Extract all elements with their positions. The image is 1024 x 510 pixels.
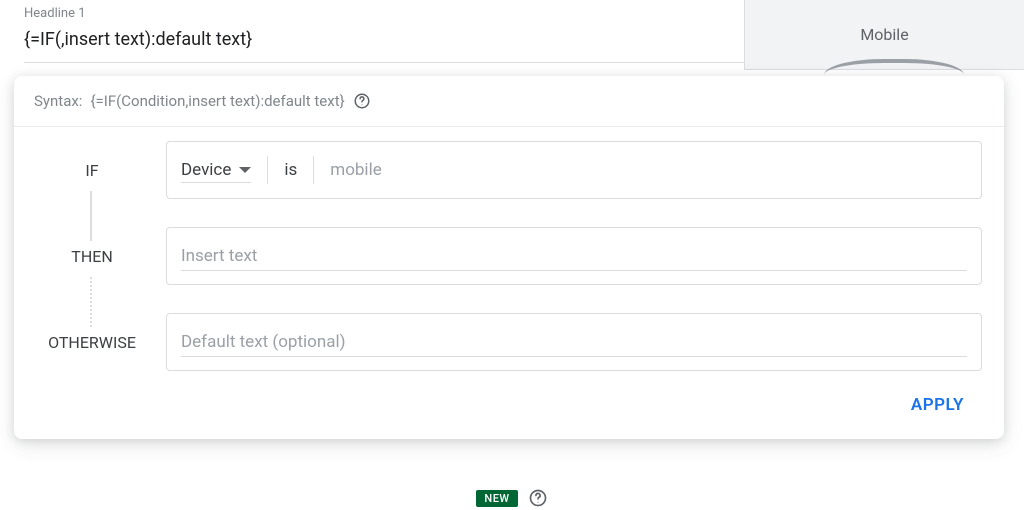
otherwise-input[interactable]	[181, 328, 967, 357]
if-function-builder: Syntax: {=IF(Condition,insert text):defa…	[14, 76, 1004, 439]
syntax-header: Syntax: {=IF(Condition,insert text):defa…	[14, 76, 1004, 127]
if-condition-box: Device is mobile	[166, 141, 982, 199]
divider	[267, 156, 268, 184]
device-select[interactable]: Device	[181, 158, 251, 183]
syntax-template: {=IF(Condition,insert text):default text…	[90, 92, 344, 110]
apply-button[interactable]: APPLY	[901, 387, 974, 423]
is-text: is	[284, 160, 297, 180]
device-value: mobile	[330, 160, 381, 180]
bottom-strip: NEW	[0, 486, 1024, 510]
if-label: IF	[36, 161, 148, 180]
otherwise-label: OTHERWISE	[36, 333, 148, 352]
connector-line-dotted	[90, 277, 92, 327]
then-input[interactable]	[181, 242, 967, 271]
then-label: THEN	[36, 247, 148, 266]
syntax-prefix: Syntax:	[34, 92, 82, 110]
help-icon[interactable]	[353, 92, 371, 110]
preview-panel: Mobile	[744, 0, 1024, 70]
connector-line	[90, 191, 92, 241]
help-icon[interactable]	[528, 488, 548, 508]
then-box	[166, 227, 982, 285]
otherwise-box	[166, 313, 982, 371]
device-select-label: Device	[181, 160, 231, 180]
preview-mobile-label: Mobile	[860, 25, 908, 44]
divider	[313, 156, 314, 184]
new-badge: NEW	[476, 490, 517, 507]
chevron-down-icon	[239, 167, 251, 173]
